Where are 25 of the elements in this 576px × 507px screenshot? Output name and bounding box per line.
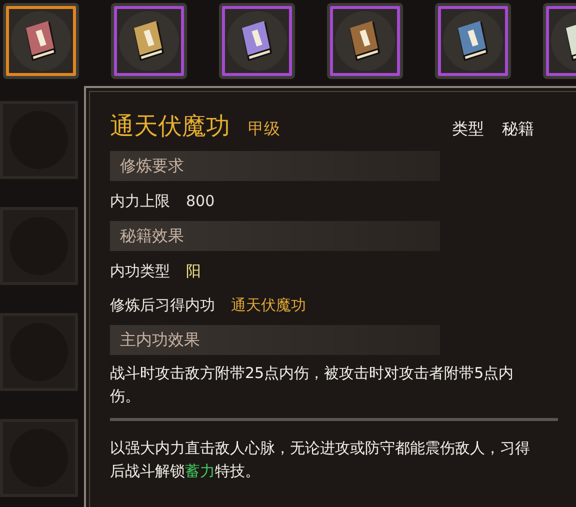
stat-value: 800 bbox=[186, 192, 215, 210]
stat-label: 内功类型 bbox=[110, 262, 170, 280]
stat-label: 内力上限 bbox=[110, 192, 170, 210]
section-header: 秘籍效果 bbox=[110, 221, 440, 251]
inventory-slot[interactable] bbox=[3, 3, 79, 79]
section-header: 主内功效果 bbox=[110, 325, 440, 355]
item-grade: 甲级 bbox=[248, 119, 281, 140]
inventory-slot[interactable] bbox=[219, 3, 295, 79]
book-icon bbox=[25, 20, 57, 62]
stat-label: 修炼后习得内功 bbox=[110, 296, 215, 314]
effect-text: 战斗时攻击敌方附带25点内伤，被攻击时对攻击者附带5点内伤。 bbox=[110, 363, 515, 407]
book-icon bbox=[457, 20, 489, 62]
type-label: 类型 bbox=[452, 119, 484, 140]
stat-value: 通天伏魔功 bbox=[231, 296, 306, 314]
inventory-slot[interactable] bbox=[327, 3, 403, 79]
book-icon bbox=[133, 20, 165, 62]
type-value: 秘籍 bbox=[502, 119, 534, 140]
inventory-slot[interactable] bbox=[111, 3, 187, 79]
item-title: 通天伏魔功 bbox=[110, 111, 230, 142]
inventory-slot[interactable] bbox=[435, 3, 511, 79]
section-header: 修炼要求 bbox=[110, 151, 440, 181]
stat-value: 阳 bbox=[186, 262, 201, 280]
book-icon bbox=[349, 20, 381, 62]
book-icon bbox=[241, 20, 273, 62]
description-text: 以强大内力直击敌人心脉，无论进攻或防守都能震伤敌人，习得后战斗解锁蓄力特技。 bbox=[110, 438, 530, 482]
